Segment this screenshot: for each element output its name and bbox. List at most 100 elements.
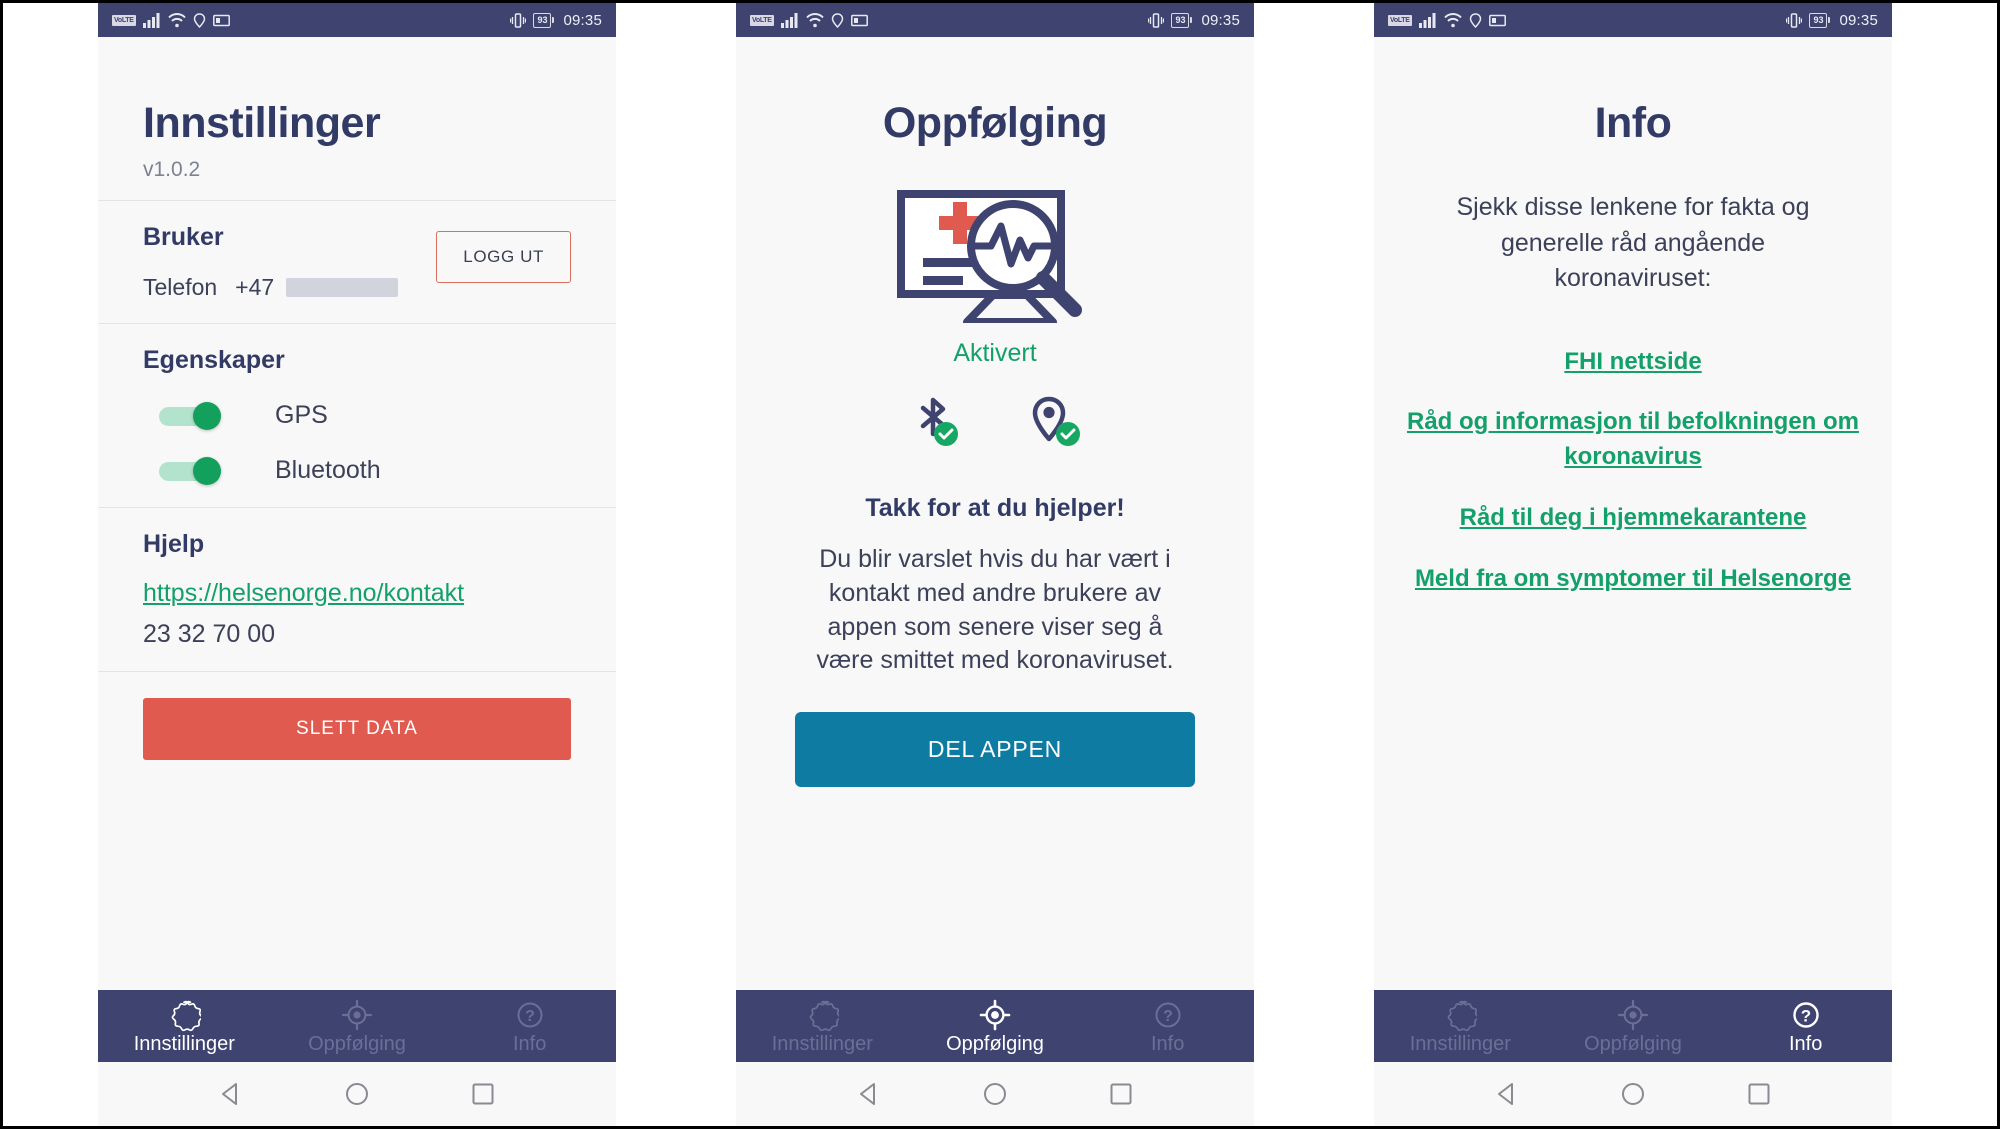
status-bar: VoLTE 93 09:35 [98, 3, 616, 37]
svg-text:?: ? [525, 1008, 535, 1025]
bluetooth-toggle-label: Bluetooth [275, 456, 381, 484]
tab-info[interactable]: ? Info [1719, 998, 1892, 1054]
status-bar-left: VoLTE [112, 12, 230, 28]
toggle-knob [193, 401, 221, 430]
help-phone-number[interactable]: 23 32 70 00 [143, 620, 571, 649]
wifi-icon [167, 12, 186, 27]
settings-header: Innstillinger v1.0.2 [98, 37, 616, 182]
screenshot-canvas: VoLTE 93 09:35 Innstillinger v1.0.2 Bruk… [0, 0, 2000, 1129]
status-bar-right: 93 09:35 [510, 12, 602, 29]
logout-button[interactable]: LOGG UT [436, 231, 571, 283]
status-bar: VoLTE 93 09:35 [1374, 3, 1892, 37]
tab-label: Oppfølging [946, 1033, 1044, 1055]
tab-oppfolging[interactable]: Oppfølging [909, 998, 1082, 1054]
status-bar-left: VoLTE [750, 12, 868, 28]
question-circle-icon: ? [1792, 1002, 1819, 1028]
tab-oppfolging[interactable]: Oppfølging [1547, 998, 1720, 1054]
info-intro-text: Sjekk disse lenkene for fakta og generel… [1456, 193, 1810, 292]
app-version: v1.0.2 [143, 158, 201, 181]
question-circle-icon: ? [517, 1002, 543, 1028]
volte-icon: VoLTE [1388, 14, 1412, 26]
battery-cap [1190, 17, 1193, 23]
link-raad-og-informasjon[interactable]: Råd og informasjon til befolkningen om k… [1398, 405, 1868, 475]
clock: 09:35 [1839, 11, 1878, 29]
phone-screenshot-settings: VoLTE 93 09:35 Innstillinger v1.0.2 Bruk… [98, 3, 616, 1126]
volte-icon: VoLTE [112, 14, 136, 26]
tab-innstillinger[interactable]: Innstillinger [98, 998, 271, 1054]
followup-body-text: Du blir varslet hvis du har vært i konta… [816, 545, 1174, 675]
link-fhi-nettside[interactable]: FHI nettside [1398, 345, 1868, 380]
delete-data-button[interactable]: SLETT DATA [143, 698, 571, 760]
bottom-tab-bar: Innstillinger Oppfølging ? Info [1374, 990, 1892, 1062]
page-title: Oppfølging [882, 99, 1108, 147]
tab-label: Innstillinger [771, 1033, 873, 1055]
location-icon [193, 12, 205, 28]
link-raad-hjemmekarantene[interactable]: Råd til deg i hjemmekarantene [1398, 501, 1868, 536]
tab-label: Info [513, 1033, 547, 1055]
phone-number-redacted [286, 278, 399, 297]
tab-innstillinger[interactable]: Innstillinger [1374, 998, 1547, 1054]
svg-text:?: ? [1800, 1007, 1810, 1026]
home-button[interactable] [1618, 1079, 1648, 1109]
gps-toggle[interactable] [159, 401, 223, 430]
share-app-button[interactable]: DEL APPEN [795, 712, 1195, 787]
recents-button[interactable] [1106, 1079, 1136, 1109]
location-icon [831, 12, 843, 28]
vibrate-icon [510, 12, 527, 28]
battery-indicator: 93 [1171, 12, 1193, 28]
battery-cap [1828, 17, 1831, 23]
tab-innstillinger[interactable]: Innstillinger [736, 998, 909, 1054]
user-section-heading: Bruker [143, 223, 224, 251]
signal-icon [142, 12, 160, 28]
features-section-heading: Egenskaper [143, 346, 285, 374]
tab-info[interactable]: ? Info [1081, 998, 1254, 1054]
toggle-row-gps[interactable]: GPS [143, 401, 571, 430]
tab-oppfolging[interactable]: Oppfølging [271, 998, 444, 1054]
status-bar-right: 93 09:35 [1786, 12, 1878, 29]
battery-cap [552, 17, 555, 23]
signal-icon [780, 12, 798, 28]
back-button[interactable] [216, 1079, 246, 1109]
volte-icon: VoLTE [750, 14, 774, 26]
toggle-knob [193, 456, 221, 485]
target-icon [979, 999, 1011, 1031]
help-link[interactable]: https://helsenorge.no/kontakt [143, 579, 464, 608]
phone-row: Telefon +47 [143, 274, 436, 301]
bottom-tab-bar: Innstillinger Oppfølging ? Info [736, 990, 1254, 1062]
user-info: Bruker Telefon +47 [143, 223, 436, 301]
link-meld-symptomer[interactable]: Meld fra om symptomer til Helsenorge [1398, 562, 1868, 597]
battery-indicator: 93 [1809, 12, 1831, 28]
settings-screen: Innstillinger v1.0.2 Bruker Telefon +47 … [98, 37, 616, 990]
android-nav-bar [98, 1062, 616, 1126]
wifi-icon [805, 12, 824, 27]
gear-icon [171, 1000, 202, 1032]
location-pin-icon [1032, 396, 1080, 446]
home-button[interactable] [342, 1079, 372, 1109]
status-bar: VoLTE 93 09:35 [736, 3, 1254, 37]
info-screen: Info Sjekk disse lenkene for fakta og ge… [1374, 37, 1892, 990]
cast-icon [212, 14, 230, 26]
tab-label: Innstillinger [133, 1033, 235, 1055]
battery-percent: 93 [1809, 12, 1828, 28]
target-icon [341, 999, 373, 1031]
bluetooth-toggle[interactable] [159, 456, 223, 485]
user-row: Bruker Telefon +47 LOGG UT [143, 223, 571, 301]
recents-button[interactable] [468, 1079, 498, 1109]
phone-screenshot-followup: VoLTE 93 09:35 Oppfølging Aktivert Takk … [736, 3, 1254, 1126]
help-section: Hjelp https://helsenorge.no/kontakt 23 3… [98, 508, 616, 671]
tab-info[interactable]: ? Info [443, 998, 616, 1054]
recents-button[interactable] [1744, 1079, 1774, 1109]
back-button[interactable] [854, 1079, 884, 1109]
tab-label: Info [1789, 1033, 1823, 1055]
toggle-row-bluetooth[interactable]: Bluetooth [143, 456, 571, 485]
android-nav-bar [1374, 1062, 1892, 1126]
activation-status: Aktivert [953, 339, 1037, 367]
back-button[interactable] [1492, 1079, 1522, 1109]
tab-label: Oppfølging [1584, 1033, 1682, 1055]
followup-screen: Oppfølging Aktivert Takk for at du hjelp… [736, 37, 1254, 990]
home-button[interactable] [980, 1079, 1010, 1109]
bluetooth-icon [920, 397, 958, 446]
clock: 09:35 [1201, 11, 1240, 29]
thanks-heading: Takk for at du hjelper! [865, 494, 1125, 522]
page-title: Info [1594, 99, 1672, 147]
